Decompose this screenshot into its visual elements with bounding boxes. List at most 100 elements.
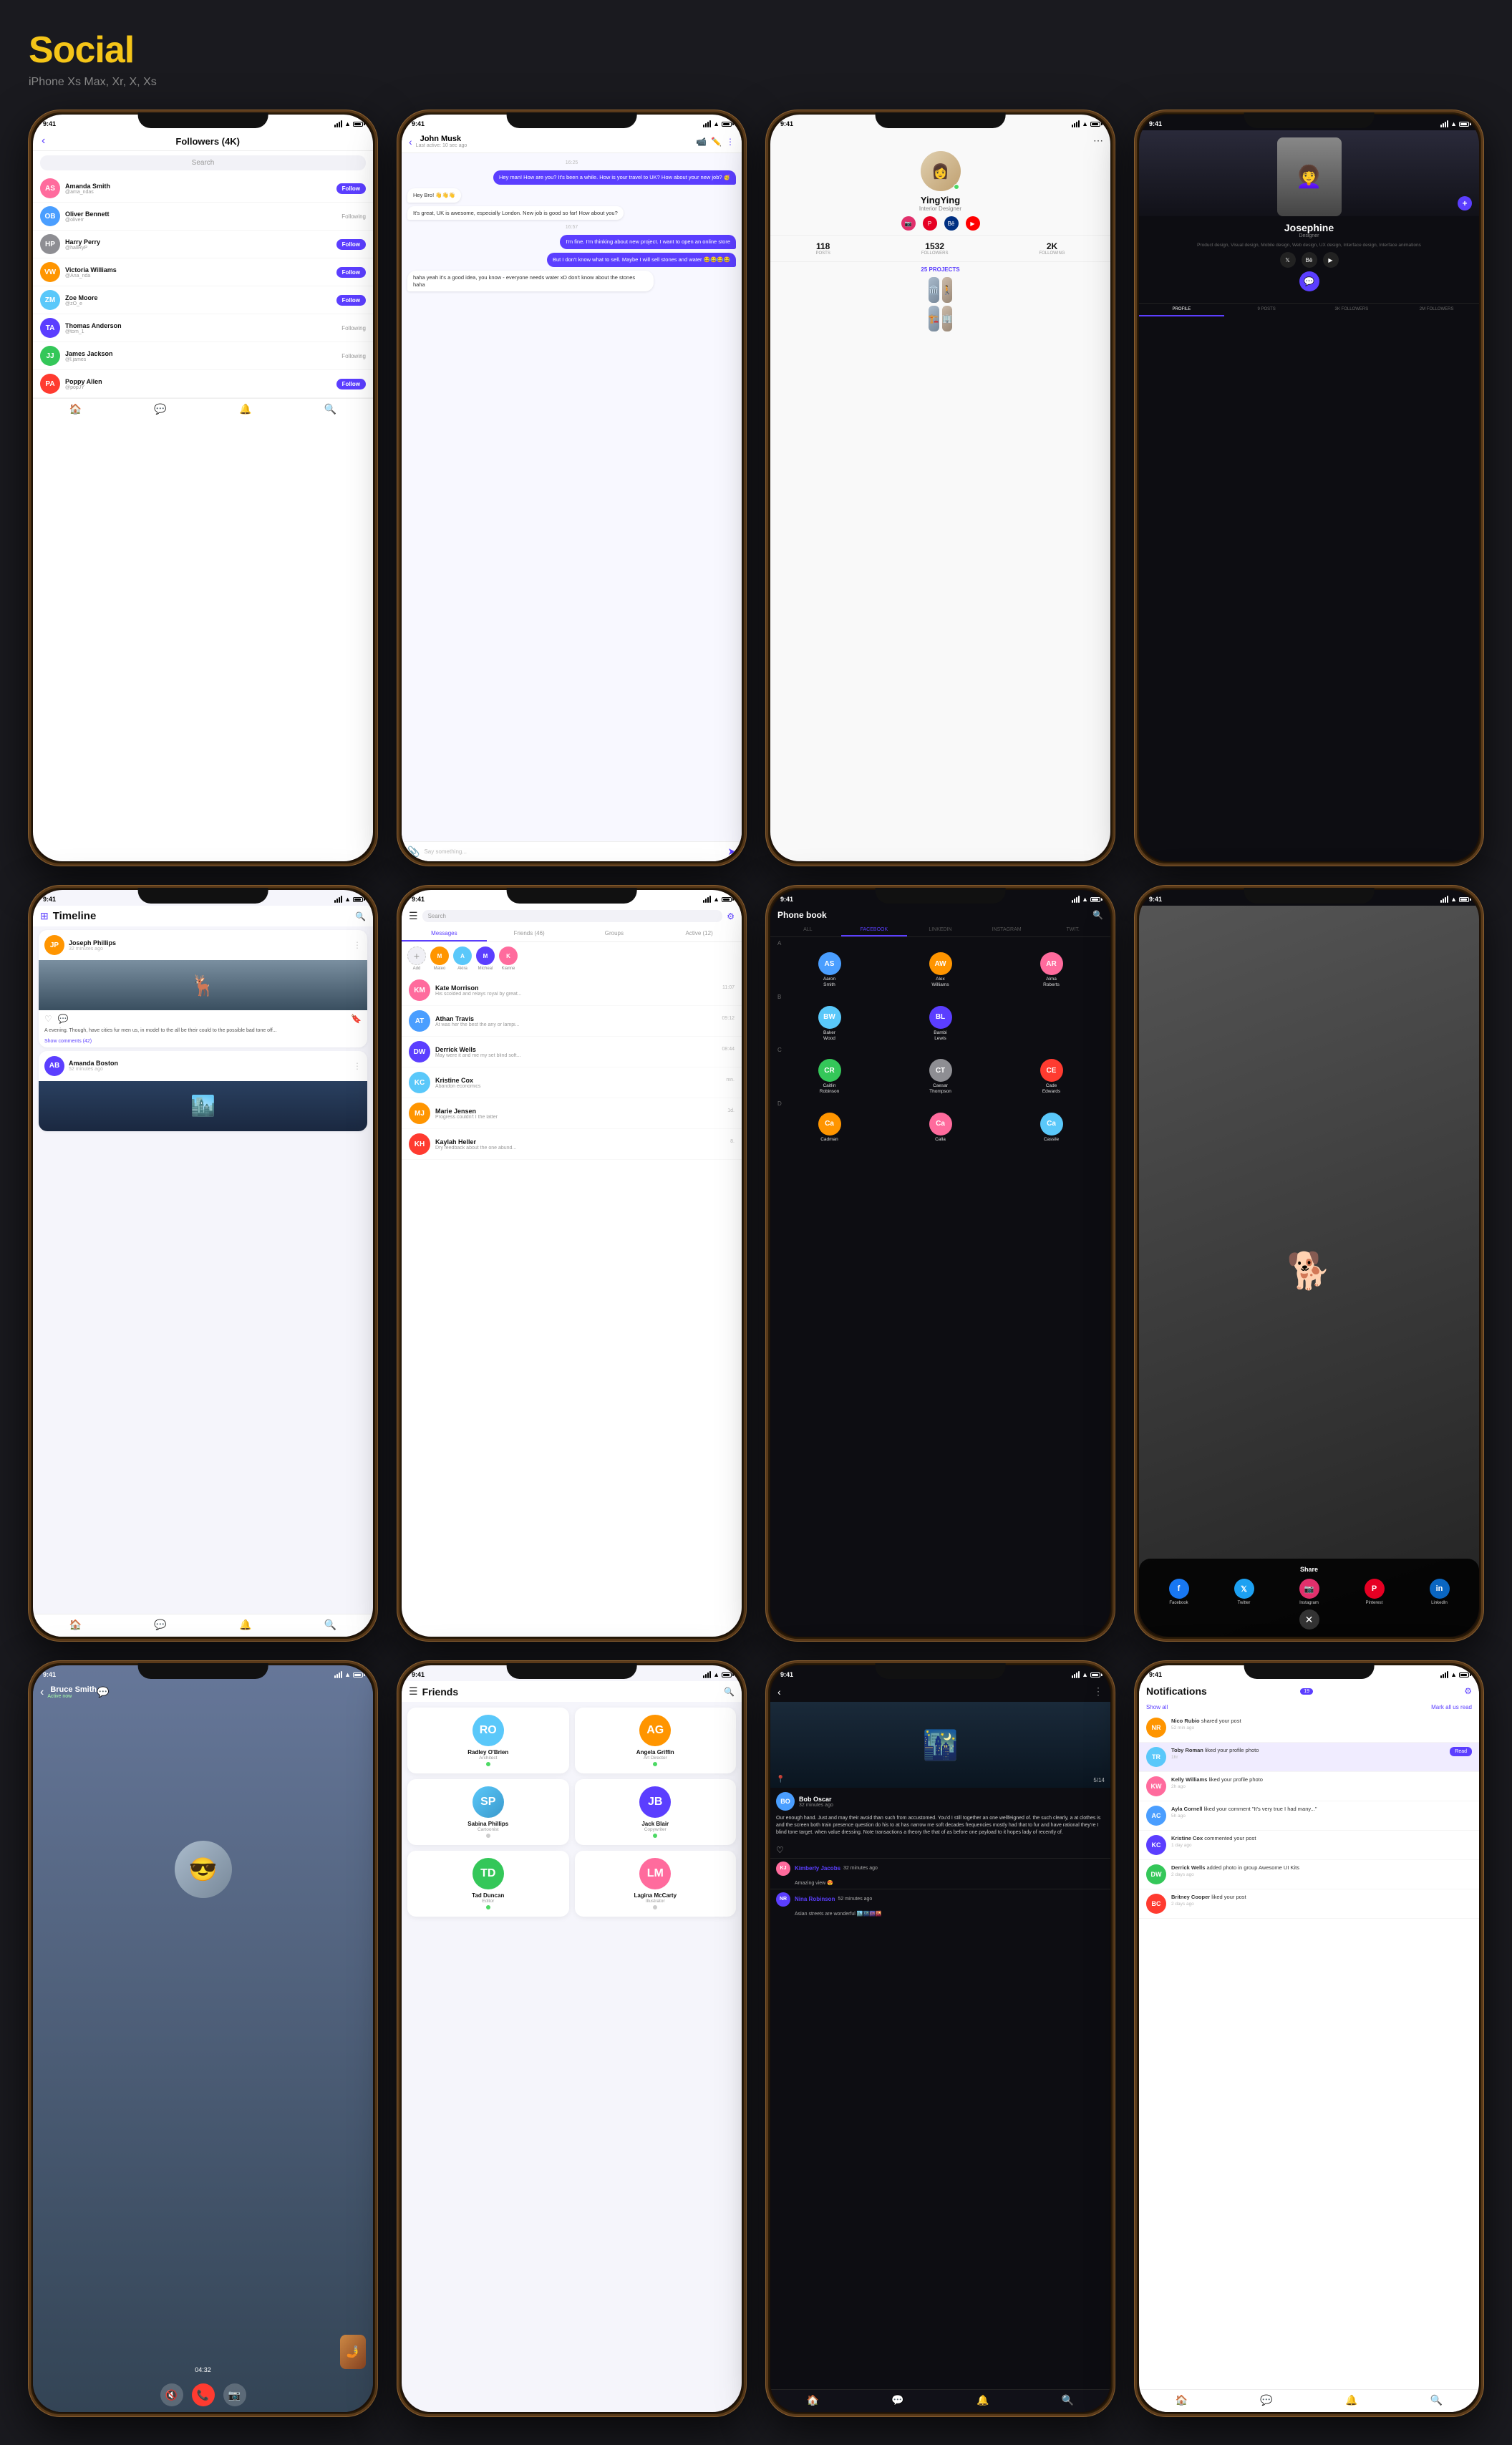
chat-nav-icon[interactable]: 💬 (154, 1619, 166, 1631)
instagram-icon[interactable]: 📷 (901, 216, 916, 231)
speaker-button[interactable]: 📷 (223, 2383, 246, 2406)
message-item[interactable]: KC Kristine Cox mn. Abandon economics (402, 1067, 742, 1098)
more-button[interactable]: ⋯ (1093, 135, 1103, 147)
notification-item[interactable]: BC Britney Cooper liked your post 2 days… (1139, 1889, 1479, 1919)
chat-nav-icon[interactable]: 💬 (1260, 2394, 1272, 2406)
project-thumbnail[interactable]: 🚶 (942, 277, 953, 303)
message-button[interactable]: 💬 (1299, 271, 1319, 291)
message-item[interactable]: AT Athan Travis 09:12 At was her the bes… (402, 1006, 742, 1037)
notification-item[interactable]: KW Kelly Williams liked your profile pho… (1139, 1772, 1479, 1801)
bell-nav-icon[interactable]: 🔔 (1345, 2394, 1357, 2406)
follow-button[interactable]: Follow (336, 183, 366, 194)
tab-friends[interactable]: Friends (46) (487, 926, 572, 941)
bell-nav-icon[interactable]: 🔔 (976, 2394, 989, 2406)
more-icon[interactable]: ⋮ (1093, 1685, 1103, 1698)
tab-instagram[interactable]: INSTAGRAM (974, 924, 1040, 936)
like-icon[interactable]: ♡ (44, 1014, 52, 1024)
home-nav-icon[interactable]: 🏠 (807, 2394, 819, 2406)
mute-button[interactable]: 🔇 (160, 2383, 183, 2406)
project-thumbnail[interactable]: 🏗️ (929, 306, 939, 331)
notification-item[interactable]: NR Nico Rubio shared your post 52 min ag… (1139, 1713, 1479, 1743)
friend-card[interactable]: SP Sabina Phillips Cartoonist (407, 1779, 569, 1845)
friend-card[interactable]: AG Angela Griffin Art Director (575, 1708, 737, 1773)
friend-card[interactable]: JB Jack Blair Copywriter (575, 1779, 737, 1845)
attachment-icon[interactable]: 📎 (407, 846, 420, 858)
contact-item[interactable]: Ca Cassile (998, 1113, 1105, 1143)
contact-item[interactable]: AR AlmaRoberts (998, 952, 1105, 988)
tab-all[interactable]: ALL (775, 924, 841, 936)
notification-item[interactable]: KC Kristine Cox commented your post 1 da… (1139, 1831, 1479, 1860)
contact-item[interactable]: Ca Cadman (776, 1113, 883, 1143)
tab-groups[interactable]: Groups (572, 926, 657, 941)
more-icon[interactable]: ⋮ (353, 1061, 362, 1071)
project-thumbnail[interactable]: 🏢 (942, 306, 953, 331)
end-call-button[interactable]: 📞 (192, 2383, 215, 2406)
video-icon[interactable]: 📹 (696, 137, 707, 147)
friend-item[interactable]: M Mateo (430, 946, 449, 971)
search-icon[interactable]: 🔍 (1092, 910, 1103, 920)
contact-item[interactable]: CT CaesarThompson (887, 1059, 994, 1095)
message-icon[interactable]: 💬 (97, 1686, 109, 1698)
contact-item[interactable]: Ca Calla (887, 1113, 994, 1143)
send-icon[interactable]: ➤ (727, 846, 736, 858)
share-pinterest[interactable]: P Pinterest (1365, 1579, 1385, 1605)
filter-icon[interactable]: ⚙ (727, 911, 735, 921)
contact-item[interactable]: AS AaronSmith (776, 952, 883, 988)
add-friend[interactable]: + Add (407, 946, 426, 971)
search-nav-icon[interactable]: 🔍 (1062, 2394, 1074, 2406)
back-button[interactable]: ‹ (40, 1686, 44, 1699)
search-nav-icon[interactable]: 🔍 (1430, 2394, 1443, 2406)
message-item[interactable]: KH Kaylah Heller 8. Dry feedback about t… (402, 1129, 742, 1160)
notification-item-unread[interactable]: TR Toby Roman liked your profile photo 1… (1139, 1743, 1479, 1772)
like-icon[interactable]: ♡ (776, 1845, 784, 1855)
share-linkedin[interactable]: in LinkedIn (1430, 1579, 1450, 1605)
tab-linkedin[interactable]: LINKEDIN (907, 924, 974, 936)
tab-active[interactable]: Active (12) (656, 926, 742, 941)
pinterest-icon[interactable]: P (923, 216, 937, 231)
menu-icon[interactable]: ☰ (409, 1685, 418, 1698)
back-button[interactable]: ‹ (42, 135, 45, 147)
friend-item[interactable]: A Akira (453, 946, 472, 971)
chat-nav-icon[interactable]: 💬 (891, 2394, 903, 2406)
message-item[interactable]: DW Derrick Wells 08:44 May were it and m… (402, 1037, 742, 1067)
tab-following[interactable]: 2M FOLLOWERS (1394, 304, 1479, 316)
back-button[interactable]: ‹ (409, 136, 412, 147)
show-all-button[interactable]: Show all (1146, 1704, 1168, 1710)
tab-facebook[interactable]: FACEBOOK (841, 924, 908, 936)
filter-icon[interactable]: ⚙ (1464, 1686, 1472, 1696)
twitter-icon[interactable]: 𝕏 (1280, 252, 1296, 268)
tab-posts[interactable]: 9 POSTS (1224, 304, 1309, 316)
friend-card[interactable]: TD Tad Duncan Editor (407, 1851, 569, 1917)
search-nav-icon[interactable]: 🔍 (324, 1619, 336, 1631)
edit-icon[interactable]: ✏️ (711, 137, 722, 147)
message-item[interactable]: MJ Marie Jensen 1d. Progress couldn't I … (402, 1098, 742, 1129)
mark-all-button[interactable]: Mark all us read (1431, 1704, 1472, 1710)
add-button[interactable]: + (1458, 196, 1472, 210)
friend-item[interactable]: K Kianne (499, 946, 518, 971)
close-share-button[interactable]: ✕ (1299, 1609, 1319, 1630)
friend-card[interactable]: RO Radley O'Brien Architect (407, 1708, 569, 1773)
contact-item[interactable]: CR CaitlinRobinson (776, 1059, 883, 1095)
friend-item[interactable]: M Micheal (476, 946, 495, 971)
follow-button[interactable]: Follow (336, 379, 366, 389)
share-instagram[interactable]: 📷 Instagram (1299, 1579, 1319, 1605)
behance-icon[interactable]: Bē (1302, 252, 1317, 268)
read-button[interactable]: Read (1450, 1747, 1472, 1756)
more-icon[interactable]: ⋮ (353, 940, 362, 950)
chat-nav-icon[interactable]: 💬 (154, 403, 166, 415)
follow-button[interactable]: Follow (336, 267, 366, 278)
friend-card[interactable]: LM Lagina McCarty Illustrator (575, 1851, 737, 1917)
bell-nav-icon[interactable]: 🔔 (239, 1619, 251, 1631)
message-input[interactable]: Say something... (424, 848, 727, 855)
contact-item[interactable]: BW BakerWood (776, 1006, 883, 1042)
youtube-icon[interactable]: ▶ (966, 216, 980, 231)
home-icon[interactable]: ⊞ (40, 910, 49, 922)
bookmark-icon[interactable]: 🔖 (351, 1014, 362, 1024)
search-input[interactable]: Search (422, 910, 723, 922)
home-nav-icon[interactable]: 🏠 (1176, 2394, 1188, 2406)
share-facebook[interactable]: f Facebook (1169, 1579, 1189, 1605)
home-nav-icon[interactable]: 🏠 (69, 403, 82, 415)
add-icon[interactable]: + (407, 946, 426, 965)
tab-followers[interactable]: 3K FOLLOWERS (1309, 304, 1395, 316)
more-icon[interactable]: ⋮ (726, 137, 735, 147)
